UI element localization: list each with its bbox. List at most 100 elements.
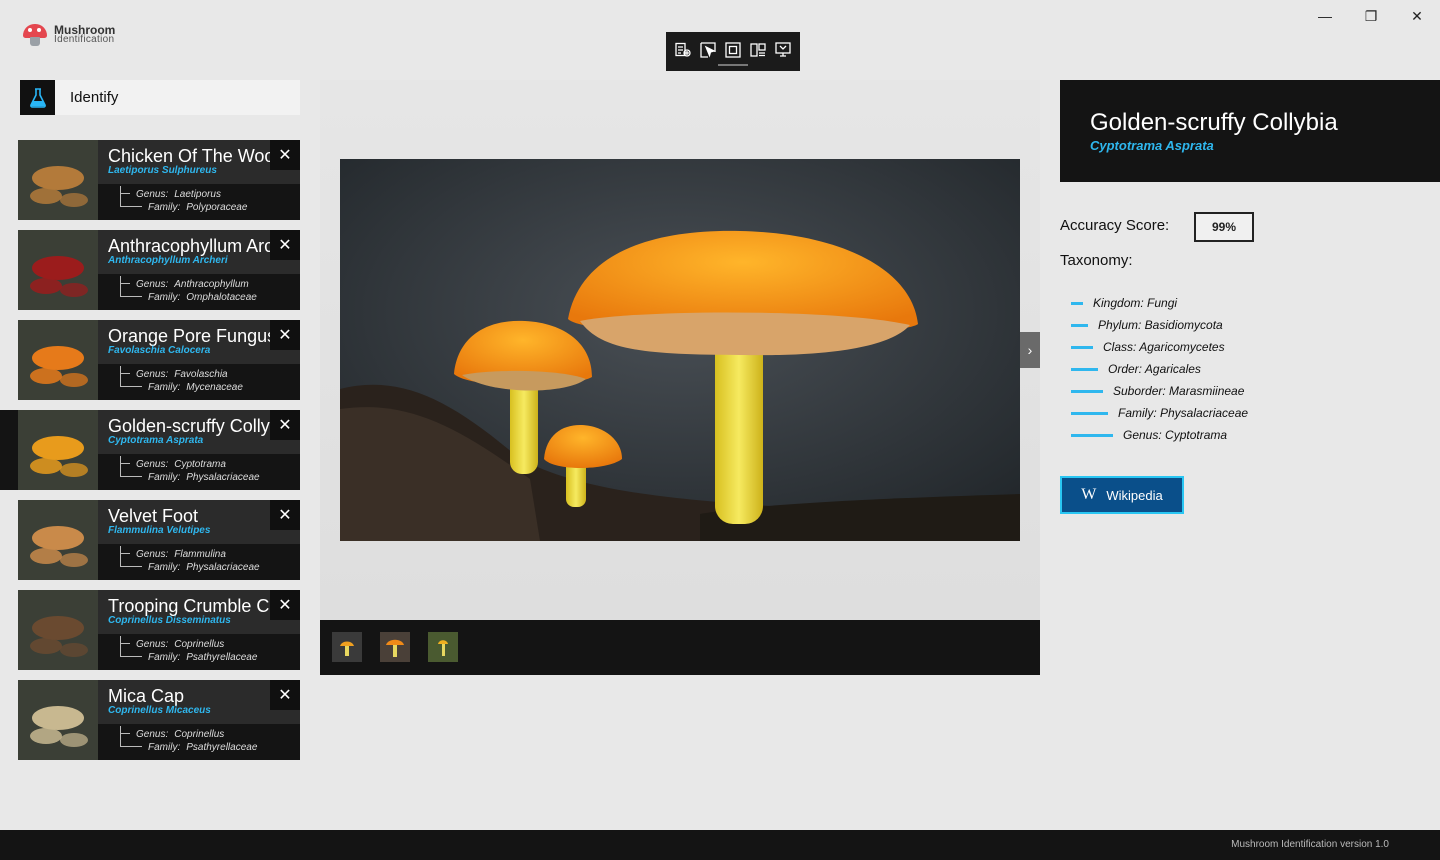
mushroom-list-item[interactable]: Trooping Crumble CapCoprinellus Dissemin… bbox=[18, 590, 300, 670]
mushroom-thumbnail bbox=[18, 320, 98, 400]
genus-value: Coprinellus bbox=[174, 639, 225, 650]
accuracy-value: 99% bbox=[1194, 212, 1254, 242]
family-value: Physalacriaceae bbox=[186, 472, 260, 483]
genus-value: Favolaschia bbox=[174, 369, 228, 380]
version-text: Mushroom Identification version 1.0 bbox=[1231, 839, 1389, 850]
remove-item-button[interactable]: ✕ bbox=[270, 680, 300, 710]
mushroom-scientific-name: Coprinellus Disseminatus bbox=[108, 615, 231, 626]
family-label: Family: bbox=[148, 202, 181, 213]
mushroom-common-name: Velvet Foot bbox=[108, 506, 199, 526]
mushroom-thumbnail bbox=[18, 230, 98, 310]
genus-label: Genus: bbox=[136, 189, 169, 200]
select-element-icon[interactable] bbox=[698, 40, 718, 60]
mushroom-logo-icon bbox=[22, 22, 48, 48]
mushroom-common-name: Trooping Crumble Cap bbox=[108, 596, 270, 616]
thumbnail-image[interactable] bbox=[428, 632, 458, 662]
mushroom-scientific-name: Laetiporus Sulphureus bbox=[108, 165, 217, 176]
mushroom-scientific-name: Anthracophyllum Archeri bbox=[108, 255, 228, 266]
genus-label: Genus: bbox=[136, 279, 169, 290]
family-label: Family: bbox=[148, 292, 181, 303]
thumbnail-image[interactable] bbox=[380, 632, 410, 662]
wikipedia-label: Wikipedia bbox=[1106, 487, 1163, 503]
mushroom-list-item[interactable]: Golden-scruffy CollybiaCyptotrama Asprat… bbox=[0, 410, 300, 490]
family-value: Mycenaceae bbox=[186, 382, 243, 393]
mushroom-scientific-name: Cyptotrama Asprata bbox=[108, 435, 204, 446]
taxonomy-dash bbox=[1071, 433, 1113, 437]
mushroom-common-name: Chicken Of The Woods bbox=[108, 146, 270, 166]
app-subtitle: Identification bbox=[54, 34, 115, 45]
accuracy-label: Accuracy Score: bbox=[1060, 217, 1170, 234]
mushroom-thumbnail bbox=[18, 590, 98, 670]
family-value: Psathyrellaceae bbox=[186, 742, 258, 753]
family-label: Family: bbox=[148, 472, 181, 483]
genus-label: Genus: bbox=[136, 459, 169, 470]
taxonomy-row: Suborder: Marasmiineae bbox=[1071, 380, 1248, 402]
species-common-name: Golden-scruffy Collybia bbox=[1090, 109, 1338, 136]
thumbnail-strip bbox=[320, 620, 1040, 675]
image-viewer: › bbox=[320, 80, 1040, 620]
remove-item-button[interactable]: ✕ bbox=[270, 500, 300, 530]
mushroom-list-item[interactable]: Velvet Foot Flammulina Velutipes Genus: Fla… bbox=[18, 500, 300, 580]
close-window-button[interactable]: ✕ bbox=[1394, 0, 1440, 32]
mushroom-thumbnail bbox=[18, 680, 98, 760]
remove-item-button[interactable]: ✕ bbox=[270, 230, 300, 260]
genus-value: Coprinellus bbox=[174, 729, 225, 740]
genus-value: Anthracophyllum bbox=[174, 279, 249, 290]
species-title-card: Golden-scruffy Collybia Cyptotrama Aspra… bbox=[1060, 80, 1440, 182]
family-value: Omphalotaceae bbox=[186, 292, 257, 303]
taxonomy-row: Order: Agaricales bbox=[1071, 358, 1248, 380]
mushroom-scientific-name: Coprinellus Micaceus bbox=[108, 705, 211, 716]
taxonomy-dash bbox=[1071, 389, 1103, 393]
remove-item-button[interactable]: ✕ bbox=[270, 320, 300, 350]
genus-label: Genus: bbox=[136, 639, 169, 650]
taxonomy-dash bbox=[1071, 411, 1108, 415]
display-layout-icon[interactable] bbox=[773, 40, 793, 60]
taxonomy-text: Genus: Cyptotrama bbox=[1123, 428, 1228, 442]
genus-label: Genus: bbox=[136, 729, 169, 740]
mushroom-common-name: Golden-scruffy Collybia bbox=[108, 416, 270, 436]
family-value: Polyporaceae bbox=[186, 202, 248, 213]
family-label: Family: bbox=[148, 562, 181, 573]
track-focus-icon[interactable] bbox=[748, 40, 768, 60]
genus-value: Laetiporus bbox=[174, 189, 221, 200]
taxonomy-dash bbox=[1071, 345, 1093, 349]
family-label: Family: bbox=[148, 742, 181, 753]
taxonomy-label: Taxonomy: bbox=[1060, 252, 1133, 269]
remove-item-button[interactable]: ✕ bbox=[270, 140, 300, 170]
mushroom-list-item[interactable]: Anthracophyllum ArcheriAnthracophyllum A… bbox=[18, 230, 300, 310]
taxonomy-text: Kingdom: Fungi bbox=[1093, 296, 1178, 310]
flask-icon bbox=[20, 80, 55, 115]
debug-toolbar bbox=[666, 32, 800, 71]
mushroom-scientific-name: Flammulina Velutipes bbox=[108, 525, 211, 536]
taxonomy-text: Class: Agaricomycetes bbox=[1103, 340, 1225, 354]
toolbar-grip[interactable] bbox=[718, 64, 748, 66]
taxonomy-dash bbox=[1071, 301, 1083, 305]
next-image-button[interactable]: › bbox=[1020, 332, 1040, 368]
taxonomy-text: Family: Physalacriaceae bbox=[1118, 406, 1249, 420]
wikipedia-button[interactable]: W Wikipedia bbox=[1060, 476, 1184, 514]
remove-item-button[interactable]: ✕ bbox=[270, 410, 300, 440]
taxonomy-row: Class: Agaricomycetes bbox=[1071, 336, 1248, 358]
app-logo: Mushroom Identification bbox=[22, 22, 115, 48]
identify-label: Identify bbox=[70, 89, 119, 106]
genus-label: Genus: bbox=[136, 549, 169, 560]
taxonomy-row: Family: Physalacriaceae bbox=[1071, 402, 1248, 424]
mushroom-list-item[interactable]: Orange Pore Fungus Favolaschia Calocera Ge… bbox=[18, 320, 300, 400]
mushroom-common-name: Anthracophyllum Archeri bbox=[108, 236, 270, 256]
wikipedia-icon: W bbox=[1081, 486, 1097, 503]
mushroom-scientific-name: Favolaschia Calocera bbox=[108, 345, 211, 356]
remove-item-button[interactable]: ✕ bbox=[270, 590, 300, 620]
layout-adorner-icon[interactable] bbox=[723, 40, 743, 60]
mushroom-list-item[interactable]: Mica Cap Coprinellus Micaceus Genus: Coprin… bbox=[18, 680, 300, 760]
minimize-button[interactable]: — bbox=[1302, 0, 1348, 32]
mushroom-list-item[interactable]: Chicken Of The WoodsLaetiporus Sulphureu… bbox=[18, 140, 300, 220]
genus-value: Cyptotrama bbox=[174, 459, 226, 470]
maximize-button[interactable]: ❐ bbox=[1348, 0, 1394, 32]
mushroom-common-name: Orange Pore Fungus bbox=[108, 326, 270, 346]
taxonomy-dash bbox=[1071, 367, 1098, 371]
identify-button[interactable]: Identify bbox=[20, 80, 300, 115]
family-label: Family: bbox=[148, 382, 181, 393]
thumbnail-image[interactable] bbox=[332, 632, 362, 662]
live-tree-icon[interactable] bbox=[673, 40, 693, 60]
taxonomy-list: Kingdom: Fungi Phylum: Basidiomycota Class… bbox=[1071, 292, 1248, 446]
